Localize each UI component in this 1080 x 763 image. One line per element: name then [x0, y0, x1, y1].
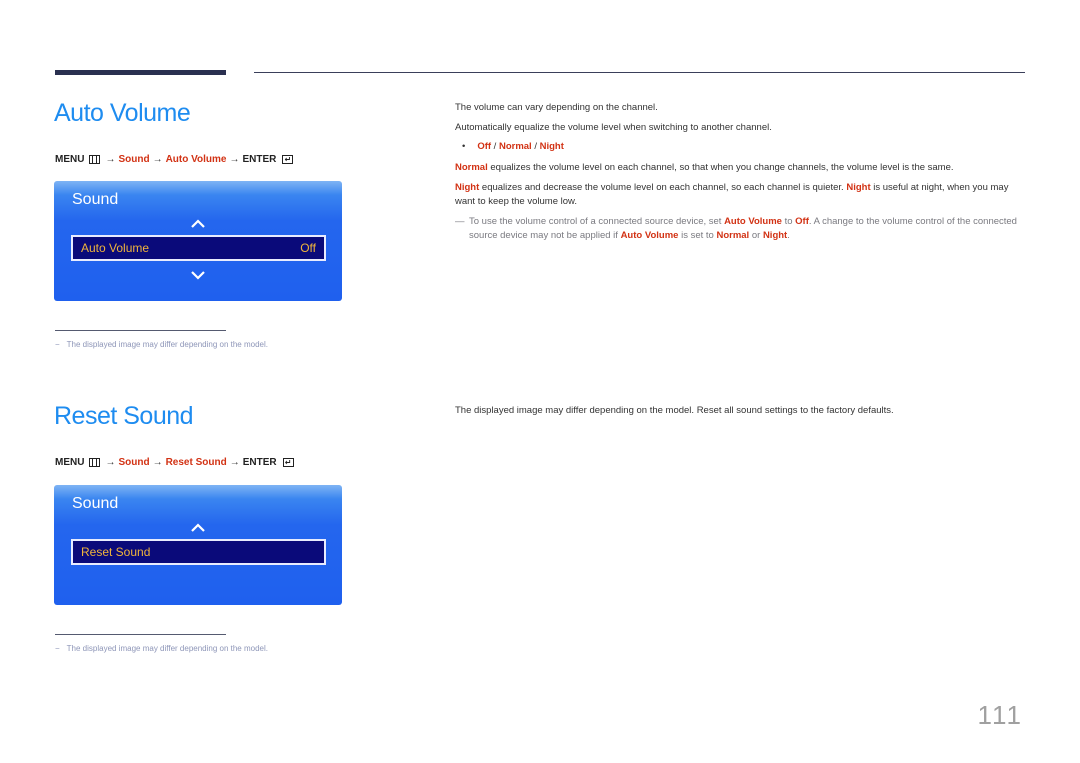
- osd-item-label: Auto Volume: [81, 241, 150, 255]
- auto-volume-options: • Off / Normal / Night: [462, 141, 564, 152]
- note-dash: —: [455, 216, 465, 227]
- path-arrow: →: [229, 457, 240, 468]
- option-separator: /: [491, 141, 499, 152]
- normal-description: Normal equalizes the volume level on eac…: [455, 161, 1030, 175]
- note-term-auto-volume: Auto Volume: [724, 216, 782, 227]
- auto-volume-desc-1: The volume can vary depending on the cha…: [455, 102, 658, 113]
- note-term-normal: Normal: [716, 230, 750, 241]
- option-separator: /: [531, 141, 540, 152]
- header-rule-thin: [254, 72, 1025, 73]
- term-normal: Normal: [455, 162, 488, 173]
- reset-sound-desc: The displayed image may differ depending…: [455, 405, 894, 416]
- osd-title: Sound: [72, 191, 119, 208]
- footnote-rule: [55, 634, 226, 635]
- footnote-text: The displayed image may differ depending…: [66, 644, 268, 653]
- auto-volume-osd-panel: Sound Auto Volume Off: [54, 181, 342, 301]
- reset-sound-footnote: − The displayed image may differ dependi…: [55, 644, 268, 653]
- path-step-auto-volume: Auto Volume: [165, 154, 227, 165]
- auto-volume-menu-path: MENU → Sound → Auto Volume → ENTER ↵: [55, 154, 294, 165]
- auto-volume-title: Auto Volume: [54, 99, 191, 127]
- reset-sound-osd-panel: Sound Reset Sound: [54, 485, 342, 605]
- osd-item-auto-volume[interactable]: Auto Volume Off: [71, 235, 326, 261]
- night-description: Night equalizes and decrease the volume …: [455, 181, 1030, 209]
- menu-label: MENU: [55, 457, 85, 468]
- chevron-up-icon[interactable]: [190, 523, 206, 533]
- note-term-auto-volume: Auto Volume: [620, 230, 679, 241]
- path-arrow: →: [152, 154, 163, 165]
- path-step-sound: Sound: [118, 154, 150, 165]
- note-text: or: [749, 230, 763, 241]
- path-arrow: →: [152, 457, 163, 468]
- note-text: is set to: [678, 230, 717, 241]
- osd-item-reset-sound[interactable]: Reset Sound: [71, 539, 326, 565]
- reset-sound-menu-path: MENU → Sound → Reset Sound → ENTER ↵: [55, 457, 294, 468]
- path-arrow: →: [105, 154, 116, 165]
- enter-label: ENTER: [242, 154, 277, 165]
- bullet-mark: •: [462, 141, 466, 152]
- osd-title: Sound: [72, 495, 119, 512]
- note-text: to: [781, 216, 796, 227]
- note-text: .: [787, 230, 790, 241]
- osd-item-value: Off: [300, 241, 316, 255]
- footnote-rule: [55, 330, 226, 331]
- note-term-off: Off: [795, 216, 809, 227]
- menu-icon: [89, 458, 101, 467]
- path-arrow: →: [105, 457, 116, 468]
- page-number: 111: [977, 700, 1023, 730]
- header-rule-thick: [55, 70, 226, 75]
- note-term-night: Night: [762, 230, 788, 241]
- reset-sound-title: Reset Sound: [54, 402, 194, 430]
- chevron-down-icon[interactable]: [190, 270, 206, 280]
- option-night: Night: [539, 141, 564, 152]
- enter-icon: ↵: [282, 458, 294, 467]
- osd-item-label: Reset Sound: [81, 545, 151, 559]
- footnote-text: The displayed image may differ depending…: [66, 340, 268, 349]
- term-night: Night: [846, 182, 871, 193]
- option-normal: Normal: [498, 141, 532, 152]
- option-off: Off: [477, 141, 492, 152]
- enter-icon: ↵: [282, 155, 294, 164]
- path-arrow: →: [229, 154, 240, 165]
- term-night: Night: [455, 182, 480, 193]
- chevron-up-icon[interactable]: [190, 219, 206, 229]
- footnote-dash: −: [55, 644, 60, 653]
- enter-label: ENTER: [242, 457, 277, 468]
- auto-volume-note: — To use the volume control of a connect…: [455, 215, 1025, 243]
- footnote-dash: −: [55, 340, 60, 349]
- menu-label: MENU: [55, 154, 85, 165]
- menu-icon: [89, 155, 101, 164]
- night-text-1: equalizes and decrease the volume level …: [479, 182, 847, 193]
- path-step-reset-sound: Reset Sound: [165, 457, 227, 468]
- note-text: To use the volume control of a connected…: [469, 216, 725, 227]
- path-step-sound: Sound: [118, 457, 150, 468]
- auto-volume-desc-2: Automatically equalize the volume level …: [455, 122, 772, 133]
- normal-text: equalizes the volume level on each chann…: [487, 162, 954, 173]
- auto-volume-footnote: − The displayed image may differ dependi…: [55, 340, 268, 349]
